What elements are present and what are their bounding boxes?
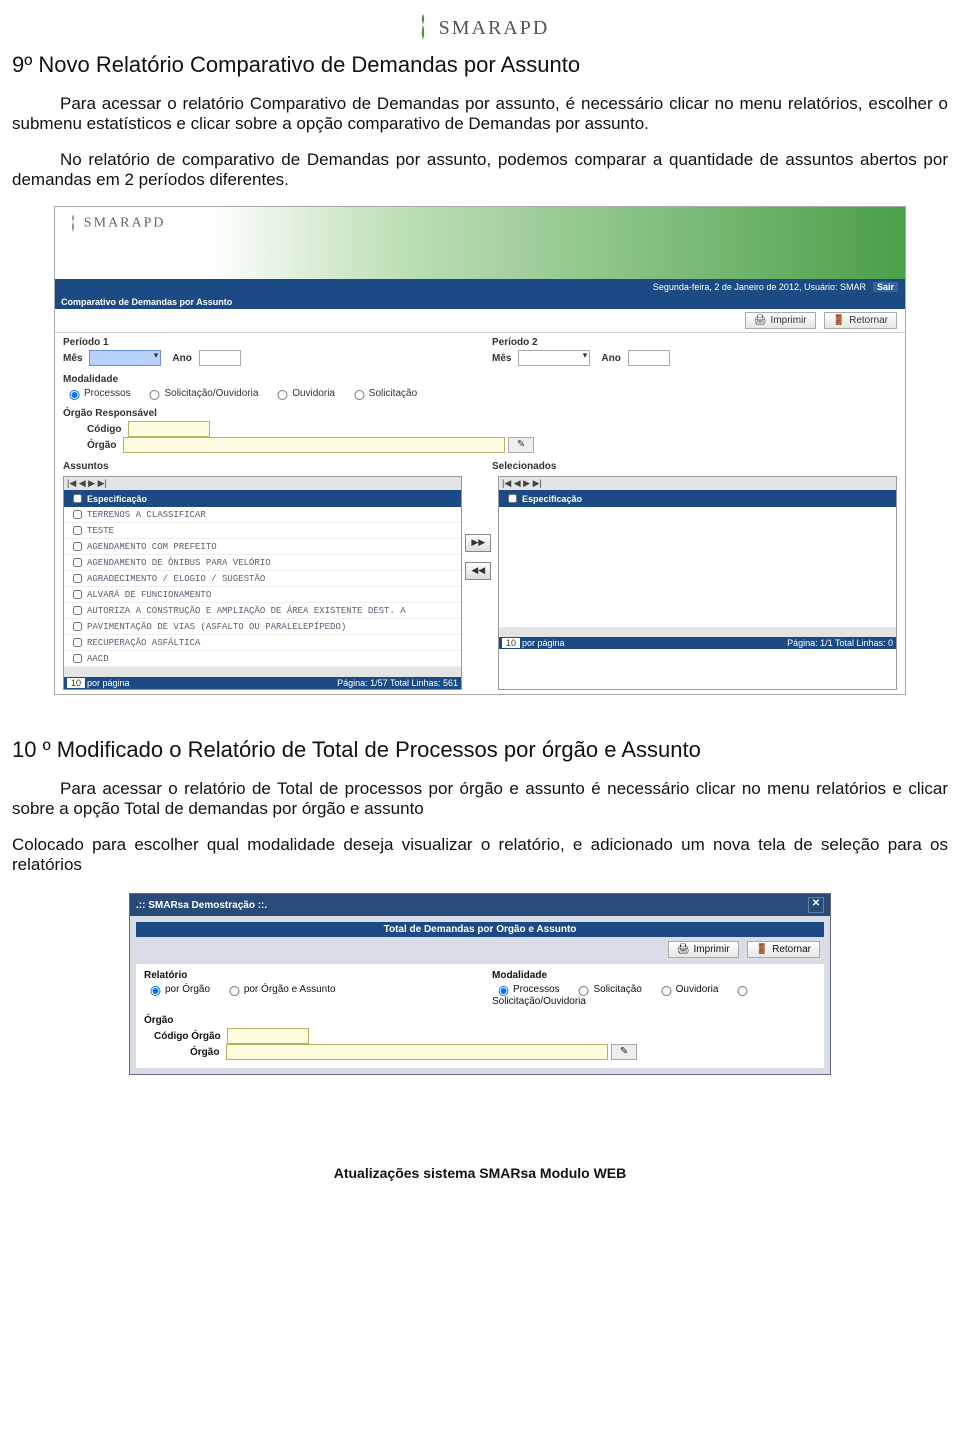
orgao2-input[interactable] xyxy=(226,1044,608,1060)
radio-solicitacao[interactable]: Solicitação xyxy=(348,388,417,399)
orgao-input[interactable] xyxy=(123,437,505,453)
ano1-label: Ano xyxy=(172,353,191,364)
selecionados-page-info: Página: 1/1 Total Linhas: 0 xyxy=(787,638,893,648)
top-status-bar: Segunda-feira, 2 de Janeiro de 2012, Usu… xyxy=(55,279,905,295)
window-title: .:: SMARsa Demostração ::. xyxy=(136,900,267,911)
codigo-label: Código xyxy=(87,424,121,435)
radio-solic-ouvidoria[interactable]: Solicitação/Ouvidoria xyxy=(143,388,258,399)
assunto-item[interactable]: AGENDAMENTO DE ÔNIBUS PARA VELÓRIO xyxy=(64,555,461,571)
assuntos-scrollbar[interactable] xyxy=(64,667,461,677)
ano2-input[interactable] xyxy=(628,350,670,366)
return-button-2[interactable]: 🚪Retornar xyxy=(747,941,820,958)
radio-processos[interactable]: Processos xyxy=(63,388,131,399)
assuntos-navbar[interactable]: |◀ ◀ ▶ ▶| xyxy=(64,477,461,490)
section-1-p1: Para acessar o relatório Comparativo de … xyxy=(12,94,948,134)
section-1-title: 9º Novo Relatório Comparativo de Demanda… xyxy=(12,52,948,78)
orgao2-label: Órgão xyxy=(190,1047,219,1058)
assunto-item[interactable]: AGENDAMENTO COM PREFEITO xyxy=(64,539,461,555)
brand-logo: SMARAPD xyxy=(12,12,948,44)
logout-button[interactable]: Sair xyxy=(872,281,899,293)
radio2-solicitacao[interactable]: Solicitação xyxy=(572,984,641,995)
radio-por-orgao-assunto[interactable]: por Órgão e Assunto xyxy=(223,984,336,995)
codigo-input[interactable] xyxy=(128,421,210,437)
assuntos-label: Assuntos xyxy=(63,459,468,474)
assunto-item[interactable]: RECUPERAÇÃO ASFÁLTICA xyxy=(64,635,461,651)
printer-icon: 🖨 xyxy=(754,315,767,326)
print-button-2[interactable]: 🖨Imprimir xyxy=(668,941,739,958)
page-footer: Atualizações sistema SMARsa Modulo WEB xyxy=(12,1165,948,1181)
assunto-item[interactable]: AACD xyxy=(64,651,461,667)
relatorio-label: Relatório xyxy=(144,968,468,983)
screenshot-total-demandas: .:: SMARsa Demostração ::. ✕ Total de De… xyxy=(129,893,831,1075)
section-1-p2: No relatório de comparativo de Demandas … xyxy=(12,150,948,190)
modalidade2-label: Modalidade xyxy=(492,968,816,983)
status-date-user: Segunda-feira, 2 de Janeiro de 2012, Usu… xyxy=(653,282,866,292)
close-icon[interactable]: ✕ xyxy=(808,897,824,913)
move-left-button[interactable]: ◀◀ xyxy=(465,562,491,580)
door-icon: 🚪 xyxy=(756,944,768,955)
app-header-logo: SMARAPD xyxy=(84,216,166,231)
selecionados-select-all[interactable] xyxy=(506,494,519,503)
assuntos-list: |◀ ◀ ▶ ▶| Especificação TERRENOS A CLASS… xyxy=(63,476,462,690)
selecionados-header: Especificação xyxy=(499,490,896,507)
section-2-p1: Para acessar o relatório de Total de pro… xyxy=(12,779,948,819)
periodo1-label: Período 1 xyxy=(63,335,468,350)
assunto-item[interactable]: AGRADECIMENTO / ELOGIO / SUGESTÃO xyxy=(64,571,461,587)
codigo-orgao-label: Código Órgão xyxy=(154,1031,221,1042)
mes1-select[interactable] xyxy=(89,350,161,366)
assuntos-select-all[interactable] xyxy=(71,494,84,503)
radio2-ouvidoria[interactable]: Ouvidoria xyxy=(655,984,719,995)
selecionados-per-page-input[interactable]: 10 xyxy=(502,638,520,648)
orgao-resp-label: Órgão Responsável xyxy=(63,406,897,421)
section-2-title: 10 º Modificado o Relatório de Total de … xyxy=(12,737,948,763)
mes2-select[interactable] xyxy=(518,350,590,366)
orgao2-lookup-button[interactable]: ✎ xyxy=(611,1044,637,1060)
ano1-input[interactable] xyxy=(199,350,241,366)
codigo-orgao-input[interactable] xyxy=(227,1028,309,1044)
assuntos-page-info: Página: 1/57 Total Linhas: 561 xyxy=(337,678,458,688)
door-icon: 🚪 xyxy=(833,315,845,326)
printer-icon: 🖨 xyxy=(677,944,690,955)
assunto-item[interactable]: TESTE xyxy=(64,523,461,539)
panel-toolbar: 🖨Imprimir 🚪Retornar xyxy=(130,937,830,962)
panel-title: Total de Demandas por Orgão e Assunto xyxy=(136,922,824,937)
assunto-item[interactable]: ALVARÁ DE FUNCIONAMENTO xyxy=(64,587,461,603)
move-right-button[interactable]: ▶▶ xyxy=(465,534,491,552)
page-title-bar: Comparativo de Demandas por Assunto xyxy=(55,295,905,309)
app-header: SMARAPD xyxy=(55,207,905,279)
selecionados-navbar[interactable]: |◀ ◀ ▶ ▶| xyxy=(499,477,896,490)
periodo2-label: Período 2 xyxy=(492,335,897,350)
radio2-processos[interactable]: Processos xyxy=(492,984,560,995)
orgao-group-label: Órgão xyxy=(144,1013,816,1028)
assunto-item[interactable]: PAVIMENTAÇÃO DE VIAS (ASFALTO OU PARALEL… xyxy=(64,619,461,635)
brand-text: SMARAPD xyxy=(439,17,550,40)
mes2-label: Mês xyxy=(492,353,511,364)
modalidade-label: Modalidade xyxy=(63,372,897,387)
window-titlebar: .:: SMARsa Demostração ::. ✕ xyxy=(130,894,830,916)
section-2-p2: Colocado para escolher qual modalidade d… xyxy=(12,835,948,875)
selecionados-scrollbar[interactable] xyxy=(499,627,896,637)
orgao-label: Órgão xyxy=(87,440,116,451)
selecionados-list: |◀ ◀ ▶ ▶| Especificação 10por página Pág… xyxy=(498,476,897,690)
modalidade-radios: Processos Solicitação/Ouvidoria Ouvidori… xyxy=(63,387,897,400)
orgao-lookup-button[interactable]: ✎ xyxy=(508,437,534,453)
assuntos-per-page-input[interactable]: 10 xyxy=(67,678,85,688)
return-button[interactable]: 🚪Retornar xyxy=(824,312,897,329)
mes1-label: Mês xyxy=(63,353,82,364)
selecionados-footer: 10por página Página: 1/1 Total Linhas: 0 xyxy=(499,637,896,649)
toolbar: 🖨Imprimir 🚪Retornar xyxy=(55,309,905,333)
assunto-item[interactable]: AUTORIZA A CONSTRUÇÃO E AMPLIAÇÃO DE ÁRE… xyxy=(64,603,461,619)
print-button[interactable]: 🖨Imprimir xyxy=(745,312,816,329)
assuntos-header: Especificação xyxy=(64,490,461,507)
radio-por-orgao[interactable]: por Órgão xyxy=(144,984,210,995)
selecionados-label: Selecionados xyxy=(492,459,897,474)
assunto-item[interactable]: TERRENOS A CLASSIFICAR xyxy=(64,507,461,523)
radio-ouvidoria[interactable]: Ouvidoria xyxy=(271,388,335,399)
screenshot-comparativo: SMARAPD Segunda-feira, 2 de Janeiro de 2… xyxy=(54,206,906,695)
ano2-label: Ano xyxy=(601,353,620,364)
assuntos-footer: 10por página Página: 1/57 Total Linhas: … xyxy=(64,677,461,689)
